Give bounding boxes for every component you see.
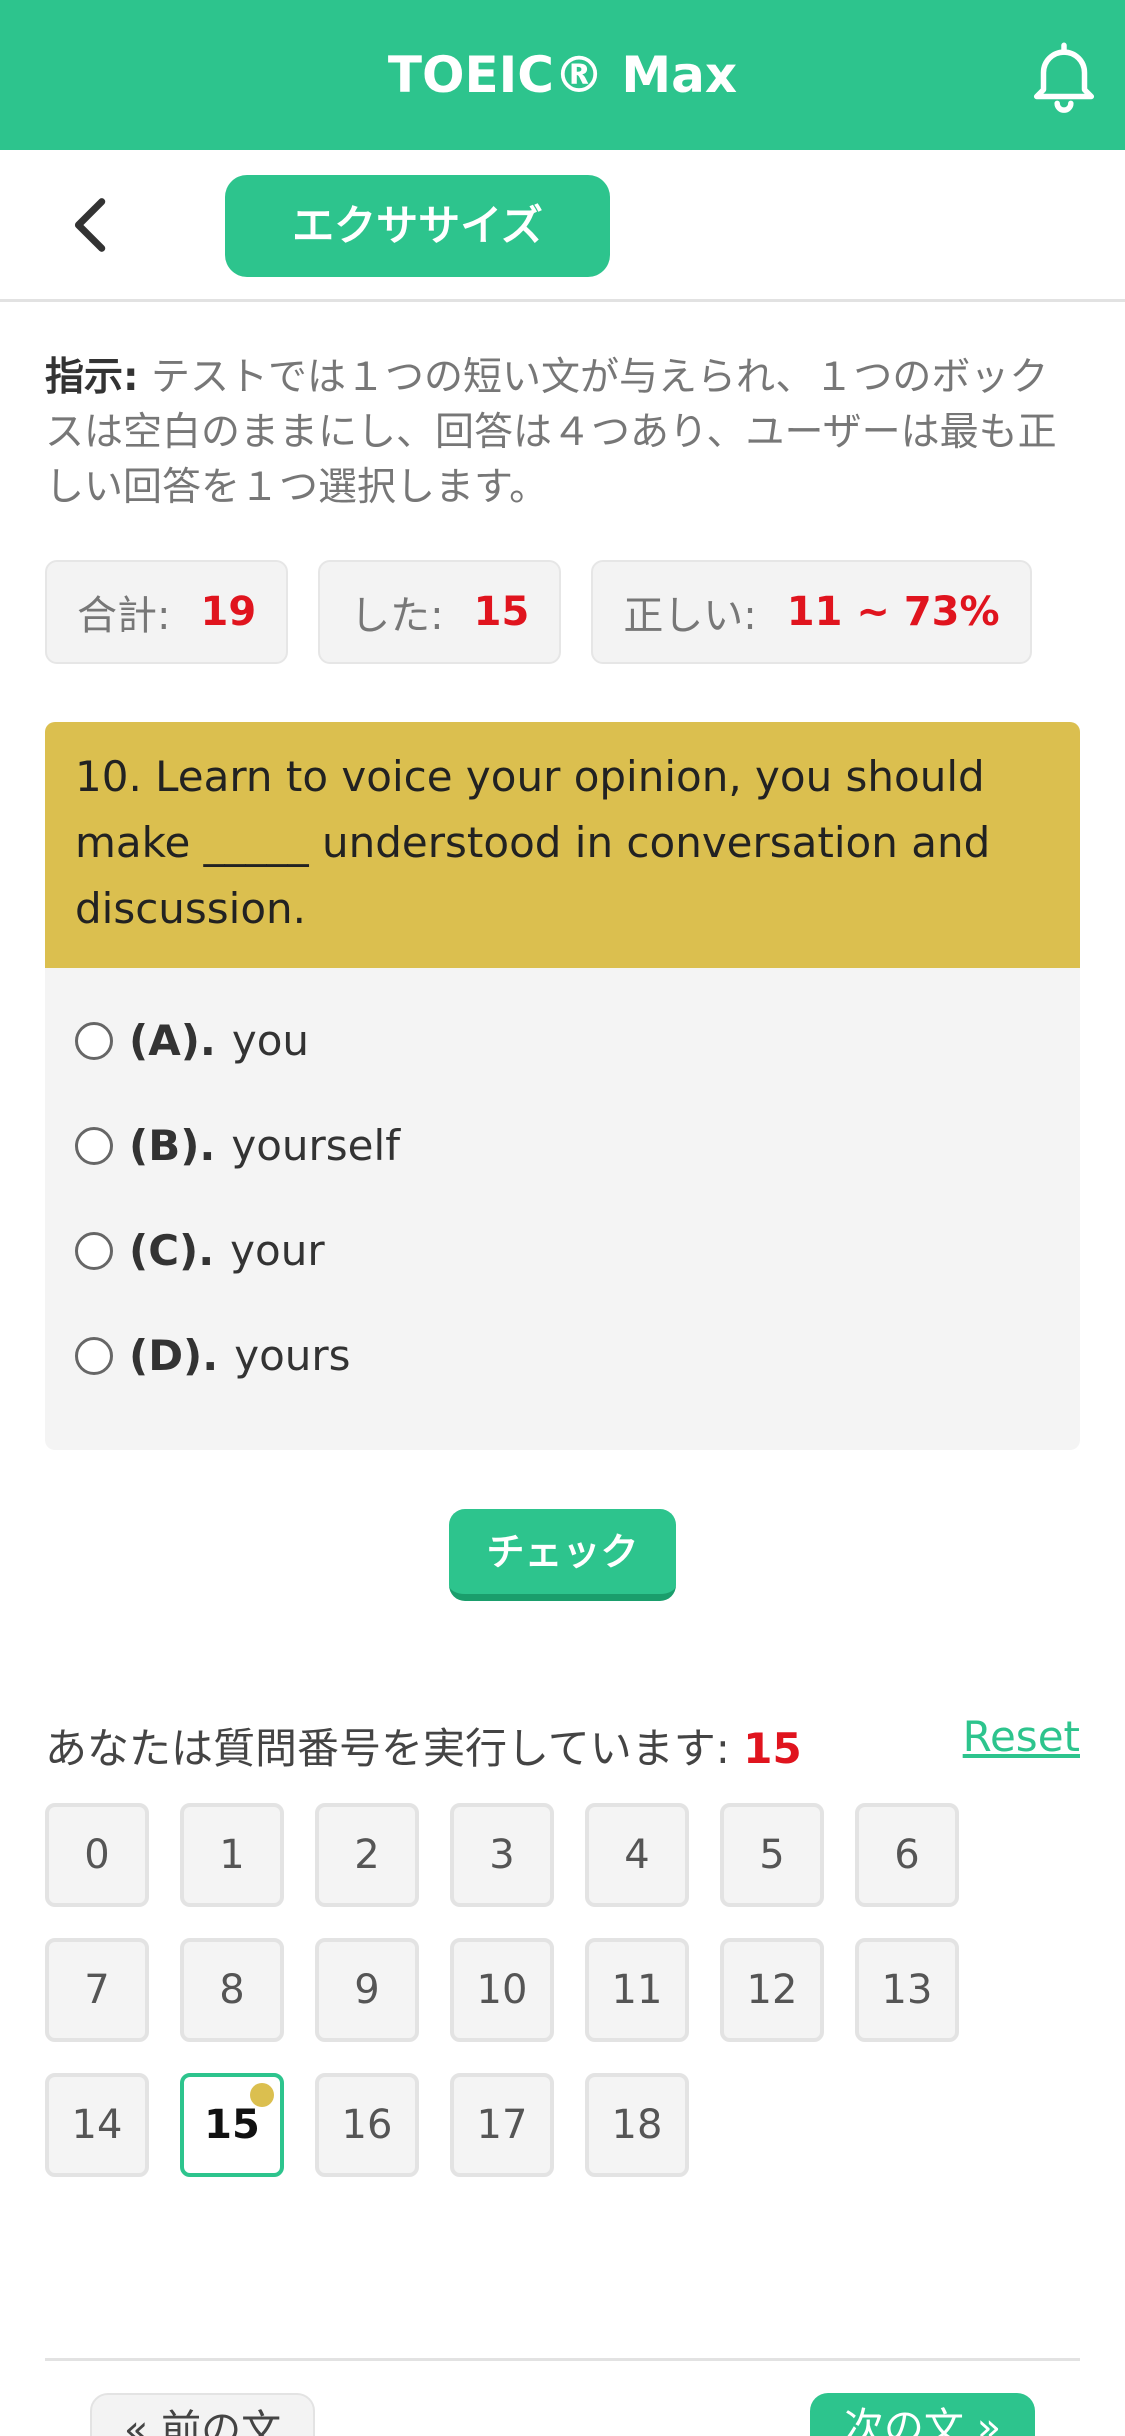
option-letter: (D). [129,1331,219,1380]
question-number-button[interactable]: 0 [45,1803,149,1907]
question-number-button[interactable]: 5 [720,1803,824,1907]
reset-link[interactable]: Reset [963,1712,1080,1761]
question-text: 10. Learn to voice your opinion, you sho… [45,722,1080,968]
question-number-grid: 0 1 2 3 4 5 6 7 8 9 10 11 12 13 14 15 16… [45,1803,1045,2177]
option-text: yours [234,1331,351,1380]
app-title: TOEIC® Max [387,46,738,104]
previous-sentence-button[interactable]: « 前の文 [90,2393,315,2436]
progress-label: あなたは質問番号を実行しています: 15 [45,1715,802,1776]
question-number-button[interactable]: 4 [585,1803,689,1907]
answer-options: (A). you (B). yourself (C). your (D). yo… [45,968,1080,1428]
question-number-button[interactable]: 11 [585,1938,689,2042]
option-letter: (A). [129,1016,216,1065]
current-marker-dot [250,2083,274,2107]
footer-divider [45,2358,1080,2361]
question-number-button[interactable]: 13 [855,1938,959,2042]
question-number-button[interactable]: 16 [315,2073,419,2177]
question-number-button-active[interactable]: 15 [180,2073,284,2177]
next-sentence-button[interactable]: 次の文 » [810,2393,1035,2436]
question-number-button[interactable]: 6 [855,1803,959,1907]
question-number-button[interactable]: 14 [45,2073,149,2177]
radio-button[interactable] [75,1336,113,1375]
option-text: you [231,1016,310,1065]
question-number-button[interactable]: 1 [180,1803,284,1907]
question-number-button[interactable]: 7 [45,1938,149,2042]
radio-button[interactable] [75,1231,113,1270]
stat-correct-label: 正しい: [623,593,757,639]
current-question-number: 15 [743,1724,802,1773]
question-number-button[interactable]: 17 [450,2073,554,2177]
instructions-label: 指示: [45,355,139,400]
instructions: 指示: テストでは１つの短い文が与えられ、１つのボックスは空白のままにし、回答は… [45,350,1080,515]
app-bar: TOEIC® Max [0,0,1125,150]
bell-icon[interactable] [1023,35,1105,117]
stats-bar: 合計: 19 した: 15 正しい: 11 ~ 73% [45,560,1032,664]
stat-total-label: 合計: [77,593,171,639]
stat-total: 合計: 19 [45,560,289,664]
question-number-button[interactable]: 12 [720,1938,824,2042]
stat-correct: 正しい: 11 ~ 73% [591,560,1032,664]
option-c[interactable]: (C). your [75,1198,1050,1303]
stat-correct-value: 11 ~ 73% [786,589,1000,635]
radio-button[interactable] [75,1021,113,1060]
question-number-button[interactable]: 10 [450,1938,554,2042]
radio-button[interactable] [75,1126,113,1165]
option-text: your [230,1226,325,1275]
stat-done-label: した: [350,593,444,639]
stat-done: した: 15 [318,560,562,664]
question-number-button[interactable]: 9 [315,1938,419,2042]
option-b[interactable]: (B). yourself [75,1093,1050,1198]
stat-done-value: 15 [473,589,530,635]
question-number-button[interactable]: 8 [180,1938,284,2042]
option-a[interactable]: (A). you [75,988,1050,1093]
chevron-left-icon[interactable] [58,190,128,260]
question-number-button[interactable]: 3 [450,1803,554,1907]
progress-label-text: あなたは質問番号を実行しています: [45,1724,744,1773]
tab-exercise[interactable]: エクササイズ [225,175,610,277]
stat-total-value: 19 [200,589,257,635]
instructions-text: テストでは１つの短い文が与えられ、１つのボックスは空白のままにし、回答は４つあり… [45,355,1057,510]
option-text: yourself [231,1121,400,1170]
check-button[interactable]: チェック [449,1509,676,1601]
option-d[interactable]: (D). yours [75,1303,1050,1408]
option-letter: (C). [129,1226,215,1275]
question-number-button[interactable]: 2 [315,1803,419,1907]
option-letter: (B). [129,1121,216,1170]
question-number-button[interactable]: 18 [585,2073,689,2177]
sub-header: エクササイズ [0,150,1125,302]
question-card: 10. Learn to voice your opinion, you sho… [45,722,1080,1450]
question-number-label: 15 [204,2102,260,2148]
